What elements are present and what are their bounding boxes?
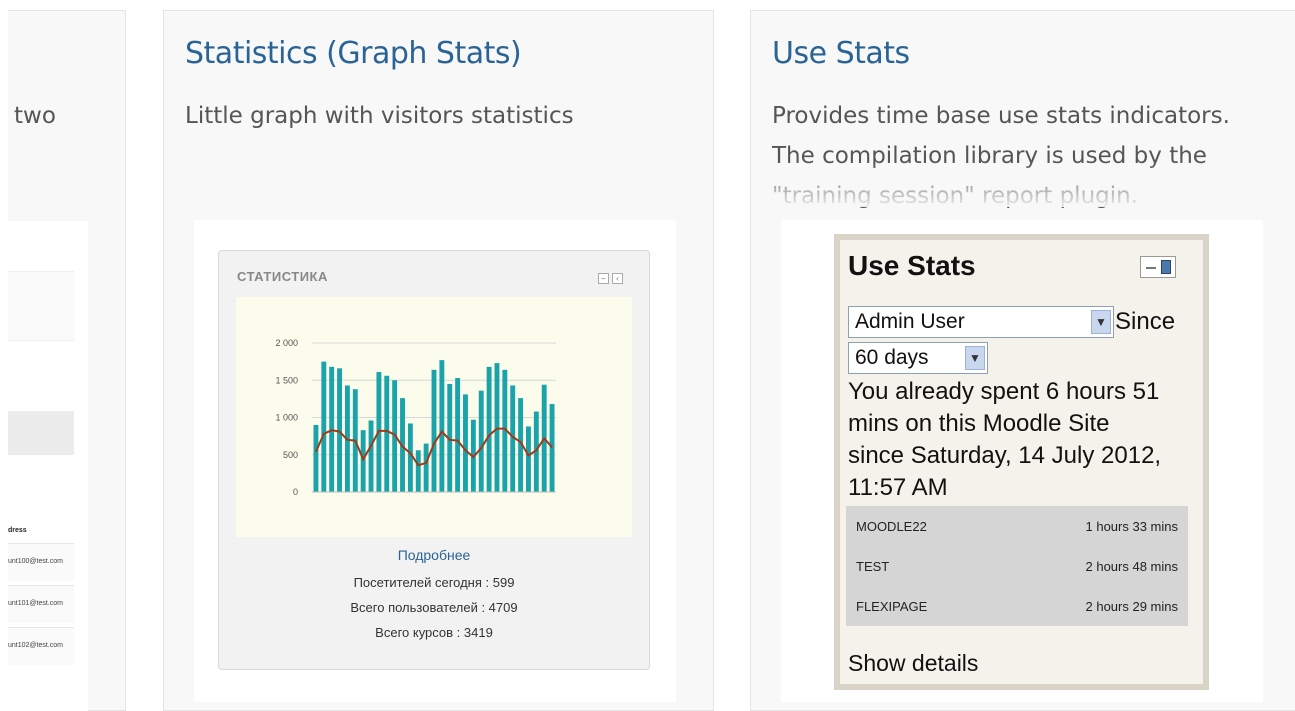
visitors-chart: 0 500 1 000 1 500 2 000 [236,297,632,537]
since-label: Since [1115,308,1176,335]
visitor-bar [439,360,445,492]
course-name: MOODLE22 [856,519,927,534]
user-select: Admin User ▼ [848,306,1114,338]
show-details-link: Show details [848,650,979,676]
plugin-gallery: two dress unt100@test.com unt101@test.co… [0,0,1295,711]
visitor-bar [384,375,390,492]
time-spent-line: mins on this Moodle Site [848,410,1110,437]
y-tick-label: 1 000 [275,413,298,423]
time-spent-line: 11:57 AM [848,474,948,501]
course-name: FLEXIPAGE [856,599,928,614]
plugin-screenshot: dress unt100@test.com unt101@test.com un… [8,221,88,711]
visitor-bar [368,420,374,492]
visitor-bar [549,404,555,492]
screenshot-panel [8,271,74,341]
visitor-bar [407,423,413,492]
visitor-bar [478,390,484,492]
screenshot-table-header: dress [8,527,27,534]
plugin-screenshot: Use Stats Admin User ▼ Since 60 days ▼ Y… [781,220,1263,702]
chart-svg: 0 500 1 000 1 500 2 000 [275,338,556,497]
statistics-block: СТАТИСТИКА – ‹ 0 500 1 000 1 500 2 000 Подро… [218,250,650,670]
screenshot-table-row: unt100@test.com [8,543,74,581]
total-courses-text: Всего курсов : 3419 [375,625,493,640]
plugin-screenshot: СТАТИСТИКА – ‹ 0 500 1 000 1 500 2 000 Подро… [194,220,676,702]
plugin-description-fragment: two [14,103,56,129]
block-title: Use Stats [848,250,976,281]
y-tick-label: 2 000 [275,338,298,348]
visitor-bar [313,424,319,492]
plugin-card-partial: two dress unt100@test.com unt101@test.co… [8,10,126,711]
use-stats-block-frame: Use Stats Admin User ▼ Since 60 days ▼ Y… [834,234,1209,690]
period-select-value: 60 days [855,346,929,369]
description-line: Provides time base use stats indicators. [772,103,1230,129]
use-stats-block: Use Stats Admin User ▼ Since 60 days ▼ Y… [840,240,1203,684]
visitor-bar [423,443,429,492]
visitor-bar [415,450,421,492]
course-time: 1 hours 33 mins [1085,519,1179,534]
visitor-bar [526,426,531,492]
plugin-card-use-stats: Use Stats Provides time base use stats i… [750,10,1295,711]
table-row: FLEXIPAGE 2 hours 29 mins [846,586,1188,626]
screenshot-table-row: unt102@test.com [8,627,74,665]
plugin-description: Little graph with visitors statistics [185,103,574,129]
dock-icon: ‹ [612,273,623,284]
course-time: 2 hours 48 mins [1085,559,1179,574]
chevron-down-icon: ▼ [965,346,985,370]
table-row: TEST 2 hours 48 mins [846,546,1188,586]
visitor-bar [431,369,437,492]
time-spent-line: since Saturday, 14 July 2012, [848,442,1162,469]
plugin-title-link[interactable]: Use Stats [772,36,910,71]
visitor-bar [494,363,500,492]
description-fade [751,161,1295,207]
minimize-icon: – [598,273,609,284]
block-controls [1140,256,1176,278]
y-tick-label: 1 500 [275,375,298,385]
course-name: TEST [856,559,890,574]
visitor-bar [321,361,327,492]
visitor-bar [337,368,342,492]
course-time: 2 hours 29 mins [1085,599,1179,614]
screenshot-table-row: unt101@test.com [8,585,74,623]
dock-icon [1161,260,1171,274]
chevron-down-icon: ▼ [1091,310,1111,334]
y-tick-label: 0 [293,487,298,497]
details-link: Подробнее [397,547,471,563]
course-time-table: MOODLE22 1 hours 33 mins TEST 2 hours 48… [846,506,1188,626]
plugin-card-graph-stats: Statistics (Graph Stats) Little graph wi… [163,10,714,711]
table-row: MOODLE22 1 hours 33 mins [846,506,1188,546]
period-select: 60 days ▼ [848,342,988,374]
time-spent-text: You already spent 6 hours 51 mins on thi… [848,376,1198,504]
y-tick-label: 500 [283,450,298,460]
screenshot-panel [8,411,74,455]
total-users-text: Всего пользователей : 4709 [350,600,518,615]
block-title: СТАТИСТИКА [237,269,328,284]
plugin-title-link[interactable]: Statistics (Graph Stats) [185,36,522,71]
visitors-today-text: Посетителей сегодня : 599 [353,575,515,590]
visitor-bar [486,366,492,492]
user-select-value: Admin User [855,310,965,333]
minimize-icon [1146,267,1156,269]
time-spent-line: You already spent 6 hours 51 [848,378,1160,405]
visitor-bar [463,394,468,492]
visitor-bar [455,378,461,492]
